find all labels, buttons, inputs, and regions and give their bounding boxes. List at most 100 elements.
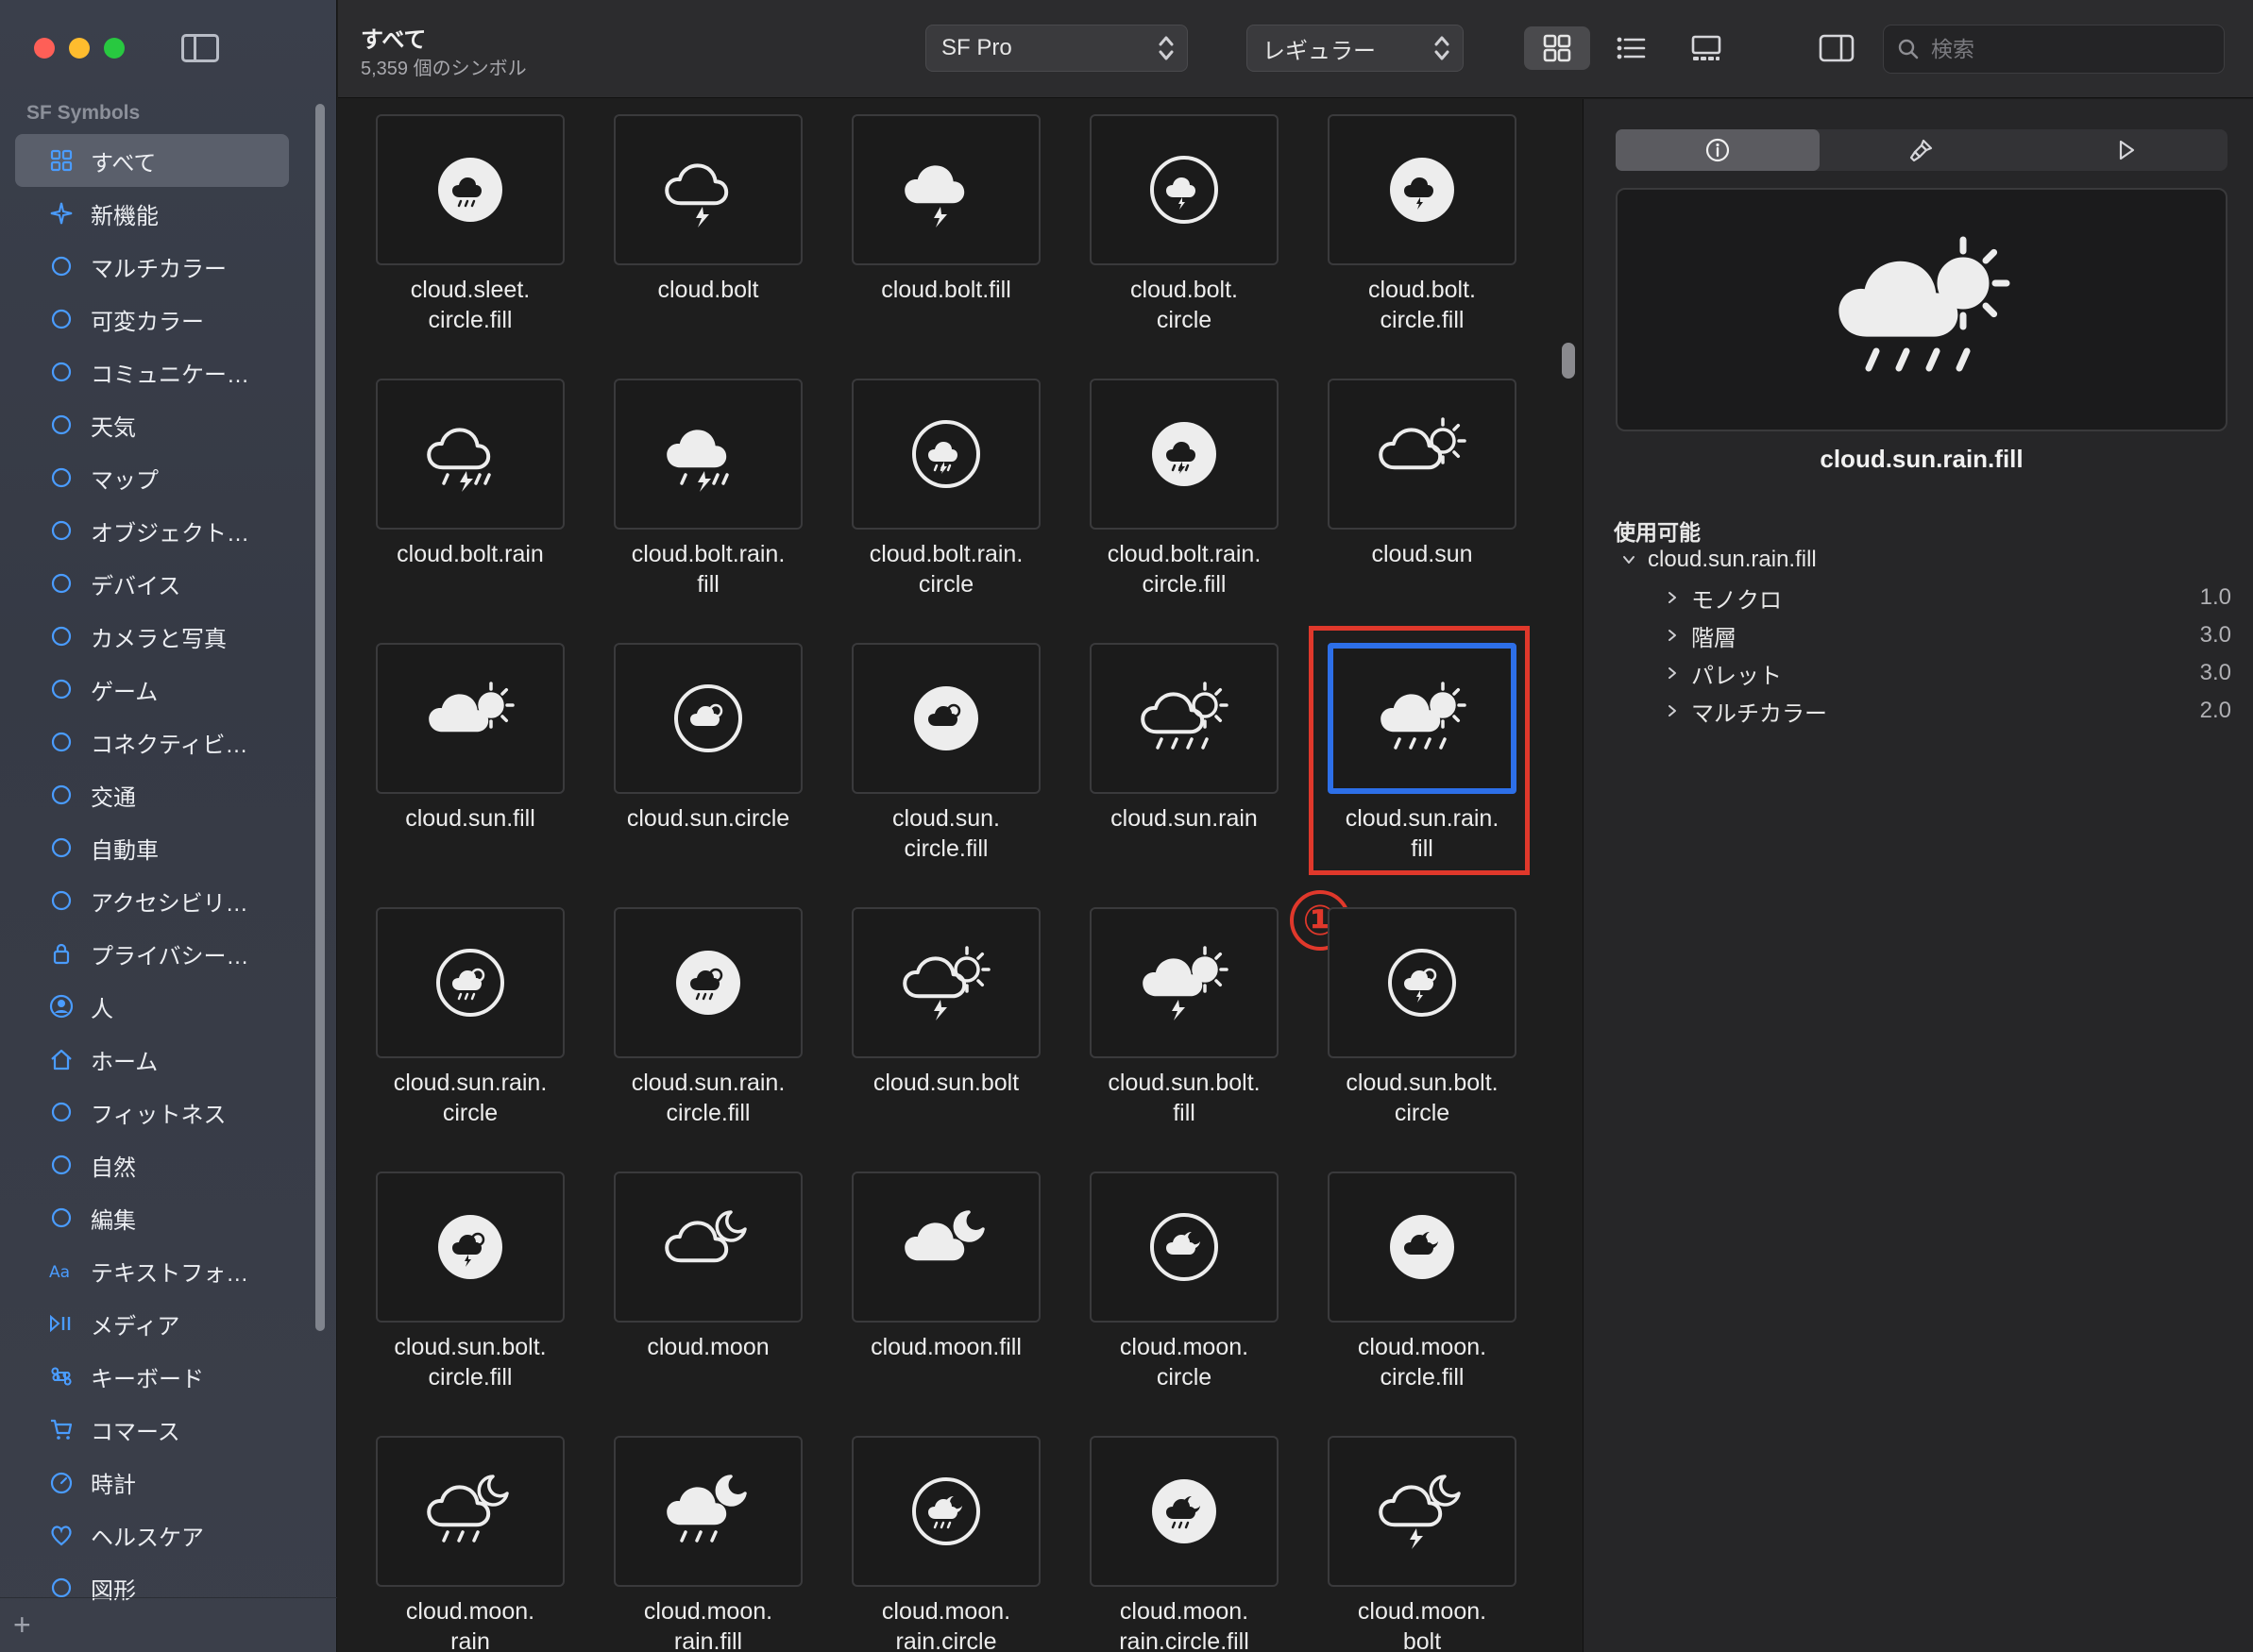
- sidebar-toggle-icon[interactable]: [181, 34, 219, 62]
- symbol-cell[interactable]: cloud.bolt: [614, 114, 803, 379]
- symbol-tile[interactable]: [852, 1436, 1041, 1587]
- symbol-cell[interactable]: cloud.bolt.rain: [376, 379, 565, 643]
- symbol-tile[interactable]: [614, 379, 803, 530]
- symbol-tile[interactable]: [852, 907, 1041, 1058]
- sidebar-item[interactable]: コミュニケー…: [15, 346, 289, 398]
- symbol-cell[interactable]: cloud.sun.rain. circle.fill: [614, 907, 803, 1172]
- symbol-tile[interactable]: [614, 114, 803, 265]
- minimize-window-button[interactable]: [69, 38, 90, 59]
- symbol-tile[interactable]: [376, 1172, 565, 1323]
- list-view-button[interactable]: [1598, 26, 1664, 70]
- sidebar-scrollbar[interactable]: [315, 104, 325, 1331]
- symbol-tile[interactable]: [614, 907, 803, 1058]
- symbol-cell[interactable]: cloud.sun.bolt: [852, 907, 1041, 1172]
- sidebar-item[interactable]: アクセシビリ…: [15, 874, 289, 927]
- symbol-cell[interactable]: cloud.sun.circle: [614, 643, 803, 907]
- symbol-tile[interactable]: [376, 907, 565, 1058]
- grid-view-button[interactable]: [1524, 26, 1590, 70]
- sidebar-item[interactable]: プライバシー…: [15, 927, 289, 980]
- add-collection-button[interactable]: +: [13, 1610, 31, 1640]
- search-field[interactable]: [1883, 25, 2225, 74]
- symbol-cell[interactable]: cloud.bolt.rain. circle.fill: [1090, 379, 1279, 643]
- symbol-tile[interactable]: [1090, 114, 1279, 265]
- sidebar-item[interactable]: マルチカラー: [15, 240, 289, 293]
- sidebar-item[interactable]: オブジェクト…: [15, 504, 289, 557]
- sidebar-item[interactable]: ホーム: [15, 1033, 289, 1086]
- symbol-cell[interactable]: cloud.bolt.fill: [852, 114, 1041, 379]
- inspector-toggle-button[interactable]: [1813, 28, 1860, 68]
- font-popup-button[interactable]: SF Pro: [925, 25, 1188, 72]
- symbol-tile[interactable]: [1328, 643, 1516, 794]
- sidebar-item[interactable]: メディア: [15, 1297, 289, 1350]
- symbol-cell[interactable]: cloud.sleet. circle.fill: [376, 114, 565, 379]
- symbol-tile[interactable]: [1090, 907, 1279, 1058]
- symbol-tile[interactable]: [1090, 379, 1279, 530]
- sidebar-item[interactable]: すべて: [15, 134, 289, 187]
- symbol-tile[interactable]: [614, 1172, 803, 1323]
- symbol-tile[interactable]: [852, 643, 1041, 794]
- symbol-tile[interactable]: [376, 114, 565, 265]
- sidebar-item[interactable]: 図形: [15, 1561, 289, 1614]
- symbol-cell[interactable]: cloud.sun.fill: [376, 643, 565, 907]
- symbol-cell[interactable]: cloud.sun.rain. fill ①: [1290, 626, 1530, 951]
- close-window-button[interactable]: [34, 38, 55, 59]
- sidebar-item[interactable]: 新機能: [15, 187, 289, 240]
- sidebar-item[interactable]: 自動車: [15, 821, 289, 874]
- symbol-cell[interactable]: cloud.bolt. circle.fill: [1328, 114, 1516, 379]
- symbol-tile[interactable]: [1090, 1172, 1279, 1323]
- symbol-tile[interactable]: [1090, 1436, 1279, 1587]
- symbol-cell[interactable]: cloud.sun: [1328, 379, 1516, 643]
- sidebar-item[interactable]: ゲーム: [15, 663, 289, 716]
- symbol-tile[interactable]: [852, 1172, 1041, 1323]
- symbol-cell[interactable]: cloud.sun.bolt. circle: [1328, 907, 1516, 1172]
- symbol-cell[interactable]: cloud.moon. circle: [1090, 1172, 1279, 1436]
- symbol-cell[interactable]: cloud.sun.rain. circle: [376, 907, 565, 1172]
- symbol-tile[interactable]: [614, 643, 803, 794]
- sidebar-item[interactable]: 交通: [15, 768, 289, 821]
- symbol-cell[interactable]: cloud.bolt.rain. circle: [852, 379, 1041, 643]
- symbol-tile[interactable]: [376, 379, 565, 530]
- symbol-tile[interactable]: [1328, 114, 1516, 265]
- symbol-cell[interactable]: cloud.sun.bolt. fill: [1090, 907, 1279, 1172]
- sidebar-item[interactable]: Aa テキストフォ…: [15, 1244, 289, 1297]
- sidebar-item[interactable]: 時計: [15, 1456, 289, 1509]
- symbol-tile[interactable]: [1328, 1172, 1516, 1323]
- weight-popup-button[interactable]: レギュラー: [1246, 25, 1464, 72]
- sidebar-item[interactable]: 自然: [15, 1138, 289, 1191]
- search-input[interactable]: [1931, 36, 2195, 62]
- symbol-cell[interactable]: cloud.moon. rain: [376, 1436, 565, 1652]
- symbol-cell[interactable]: cloud.sun.bolt. circle.fill: [376, 1172, 565, 1436]
- symbol-cell[interactable]: cloud.sun.rain: [1090, 643, 1279, 907]
- symbol-cell[interactable]: cloud.moon. bolt: [1328, 1436, 1516, 1652]
- symbol-cell[interactable]: cloud.bolt. circle: [1090, 114, 1279, 379]
- symbol-cell[interactable]: cloud.moon: [614, 1172, 803, 1436]
- availability-item[interactable]: パレット 3.0: [1665, 654, 2231, 692]
- symbol-tile[interactable]: [376, 643, 565, 794]
- symbol-tile[interactable]: [376, 1436, 565, 1587]
- symbol-cell[interactable]: cloud.moon. rain.circle.fill: [1090, 1436, 1279, 1652]
- availability-root[interactable]: cloud.sun.rain.fill: [1621, 547, 1817, 573]
- symbol-cell[interactable]: cloud.moon. circle.fill: [1328, 1172, 1516, 1436]
- sidebar-item[interactable]: 可変カラー: [15, 293, 289, 346]
- symbol-cell[interactable]: cloud.sun. circle.fill: [852, 643, 1041, 907]
- symbol-tile[interactable]: [852, 114, 1041, 265]
- sidebar-item[interactable]: 人: [15, 980, 289, 1033]
- sidebar-item[interactable]: 天気: [15, 398, 289, 451]
- grid-scrollbar[interactable]: [1562, 343, 1575, 379]
- sidebar-item[interactable]: カメラと写真: [15, 610, 289, 663]
- symbol-tile[interactable]: [1328, 1436, 1516, 1587]
- symbol-cell[interactable]: cloud.moon.fill: [852, 1172, 1041, 1436]
- tab-customize[interactable]: [1820, 129, 2024, 171]
- availability-item[interactable]: モノクロ 1.0: [1665, 579, 2231, 616]
- sidebar-item[interactable]: マップ: [15, 451, 289, 504]
- sidebar-item[interactable]: コネクティビ…: [15, 716, 289, 768]
- sidebar-item[interactable]: キーボード: [15, 1350, 289, 1403]
- sidebar-item[interactable]: デバイス: [15, 557, 289, 610]
- symbol-tile[interactable]: [1090, 643, 1279, 794]
- availability-item[interactable]: マルチカラー 2.0: [1665, 692, 2231, 730]
- availability-item[interactable]: 階層 3.0: [1665, 616, 2231, 654]
- sidebar-item[interactable]: コマース: [15, 1403, 289, 1456]
- symbol-cell[interactable]: cloud.bolt.rain. fill: [614, 379, 803, 643]
- symbol-tile[interactable]: [852, 379, 1041, 530]
- gallery-view-button[interactable]: [1673, 26, 1739, 70]
